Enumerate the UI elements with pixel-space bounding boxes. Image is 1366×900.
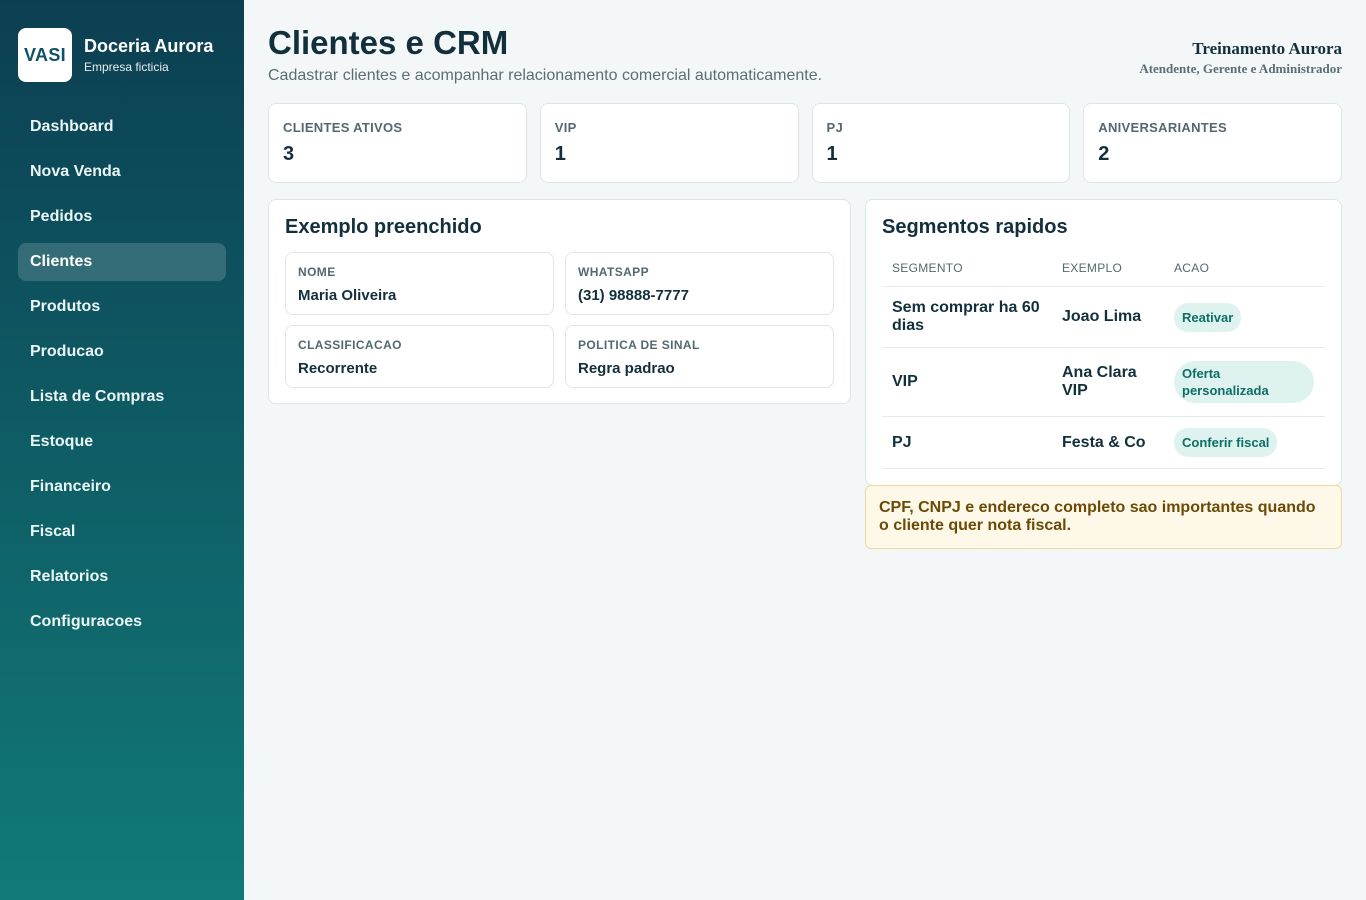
- example-cell: Joao Lima: [1052, 286, 1164, 348]
- field-value: Regra padrao: [578, 360, 675, 377]
- stat-label: ANIVERSARIANTES: [1098, 120, 1227, 135]
- stat-value: 3: [283, 143, 295, 165]
- field-value: Recorrente: [298, 360, 378, 377]
- stat-label: VIP: [554, 120, 577, 135]
- segments-table: SEGMENTO EXEMPLO ACAO Sem comprar ha 60 …: [882, 251, 1325, 469]
- brand-name: Doceria Aurora: [84, 36, 214, 56]
- stat-value: 2: [1098, 143, 1110, 165]
- stat-label: CLIENTES ATIVOS: [283, 120, 403, 135]
- sidebar-item-estoque[interactable]: Estoque: [18, 423, 226, 461]
- stat-card-vip: VIP 1: [539, 103, 799, 183]
- action-button-conferir-fiscal[interactable]: Conferir fiscal: [1174, 428, 1278, 457]
- field-label: CLASSIFICACAO: [298, 338, 402, 352]
- page-title: Clientes e CRM: [268, 24, 509, 61]
- sidebar-item-relatorios[interactable]: Relatorios: [18, 558, 226, 596]
- sidebar-item-configuracoes[interactable]: Configuracoes: [18, 603, 226, 641]
- table-row: VIP Ana Clara VIP Oferta personalizada: [882, 347, 1325, 417]
- sidebar-item-produtos[interactable]: Produtos: [18, 288, 226, 326]
- example-card-title: Exemplo preenchido: [285, 216, 482, 238]
- field-nome: NOME Maria Oliveira: [285, 252, 554, 315]
- brand: VASI Doceria Aurora Empresa ficticia: [18, 28, 213, 82]
- segment-cell: VIP: [882, 347, 1052, 417]
- stat-card-aniversariantes: ANIVERSARIANTES 2: [1083, 103, 1342, 183]
- user-info: Treinamento Aurora Atendente, Gerente e …: [1139, 39, 1342, 77]
- field-whatsapp: WHATSAPP (31) 98888-7777: [565, 252, 834, 315]
- user-name: Treinamento Aurora: [1192, 39, 1342, 58]
- brand-logo: VASI: [18, 28, 72, 82]
- column-header-exemplo: EXEMPLO: [1052, 251, 1164, 287]
- field-classificacao: CLASSIFICACAO Recorrente: [285, 325, 554, 388]
- page-subtitle: Cadastrar clientes e acompanhar relacion…: [268, 67, 823, 84]
- example-cell: Festa & Co: [1052, 416, 1164, 469]
- sidebar-item-producao[interactable]: Producao: [18, 333, 226, 371]
- sidebar-item-dashboard[interactable]: Dashboard: [18, 108, 226, 146]
- sidebar: VASI Doceria Aurora Empresa ficticia Das…: [0, 0, 244, 900]
- table-header-row: SEGMENTO EXEMPLO ACAO: [882, 251, 1325, 287]
- stat-label: PJ: [826, 120, 844, 135]
- stat-value: 1: [554, 143, 566, 165]
- field-label: NOME: [298, 265, 336, 279]
- field-value: Maria Oliveira: [298, 287, 397, 304]
- sidebar-item-fiscal[interactable]: Fiscal: [18, 513, 226, 551]
- sidebar-item-clientes[interactable]: Clientes: [18, 243, 226, 281]
- stat-card-pj: PJ 1: [811, 103, 1071, 183]
- field-politica-de-sinal: POLITICA DE SINAL Regra padrao: [565, 325, 834, 388]
- example-card: Exemplo preenchido NOME Maria Oliveira W…: [268, 199, 851, 404]
- stats-row: CLIENTES ATIVOS 3 VIP 1 PJ 1 ANIVERSARIA…: [268, 103, 1342, 183]
- fiscal-note-alert: CPF, CNPJ e endereco completo sao import…: [865, 485, 1342, 549]
- field-value: (31) 98888-7777: [578, 287, 689, 304]
- segment-cell: Sem comprar ha 60 dias: [882, 286, 1052, 348]
- sidebar-item-nova-venda[interactable]: Nova Venda: [18, 153, 226, 191]
- column-header-segmento: SEGMENTO: [882, 251, 1052, 287]
- table-row: Sem comprar ha 60 dias Joao Lima Reativa…: [882, 286, 1325, 348]
- stat-card-clientes-ativos: CLIENTES ATIVOS 3: [268, 103, 527, 183]
- segments-card: Segmentos rapidos SEGMENTO EXEMPLO ACAO …: [865, 199, 1342, 486]
- action-button-oferta-personalizada[interactable]: Oferta personalizada: [1174, 361, 1314, 403]
- brand-subtitle: Empresa ficticia: [84, 60, 169, 74]
- sidebar-item-pedidos[interactable]: Pedidos: [18, 198, 226, 236]
- segment-cell: PJ: [882, 416, 1052, 469]
- stat-value: 1: [826, 143, 838, 165]
- sidebar-nav: Dashboard Nova Venda Pedidos Clientes Pr…: [18, 108, 226, 648]
- segments-card-title: Segmentos rapidos: [882, 216, 1068, 238]
- field-label: POLITICA DE SINAL: [578, 338, 700, 352]
- field-label: WHATSAPP: [578, 265, 649, 279]
- example-cell: Ana Clara VIP: [1052, 347, 1164, 417]
- column-header-acao: ACAO: [1164, 251, 1325, 287]
- table-row: PJ Festa & Co Conferir fiscal: [882, 416, 1325, 469]
- sidebar-item-financeiro[interactable]: Financeiro: [18, 468, 226, 506]
- sidebar-item-lista-de-compras[interactable]: Lista de Compras: [18, 378, 226, 416]
- example-fields: NOME Maria Oliveira WHATSAPP (31) 98888-…: [285, 252, 834, 388]
- user-role: Atendente, Gerente e Administrador: [1139, 61, 1342, 76]
- action-button-reativar[interactable]: Reativar: [1174, 302, 1242, 332]
